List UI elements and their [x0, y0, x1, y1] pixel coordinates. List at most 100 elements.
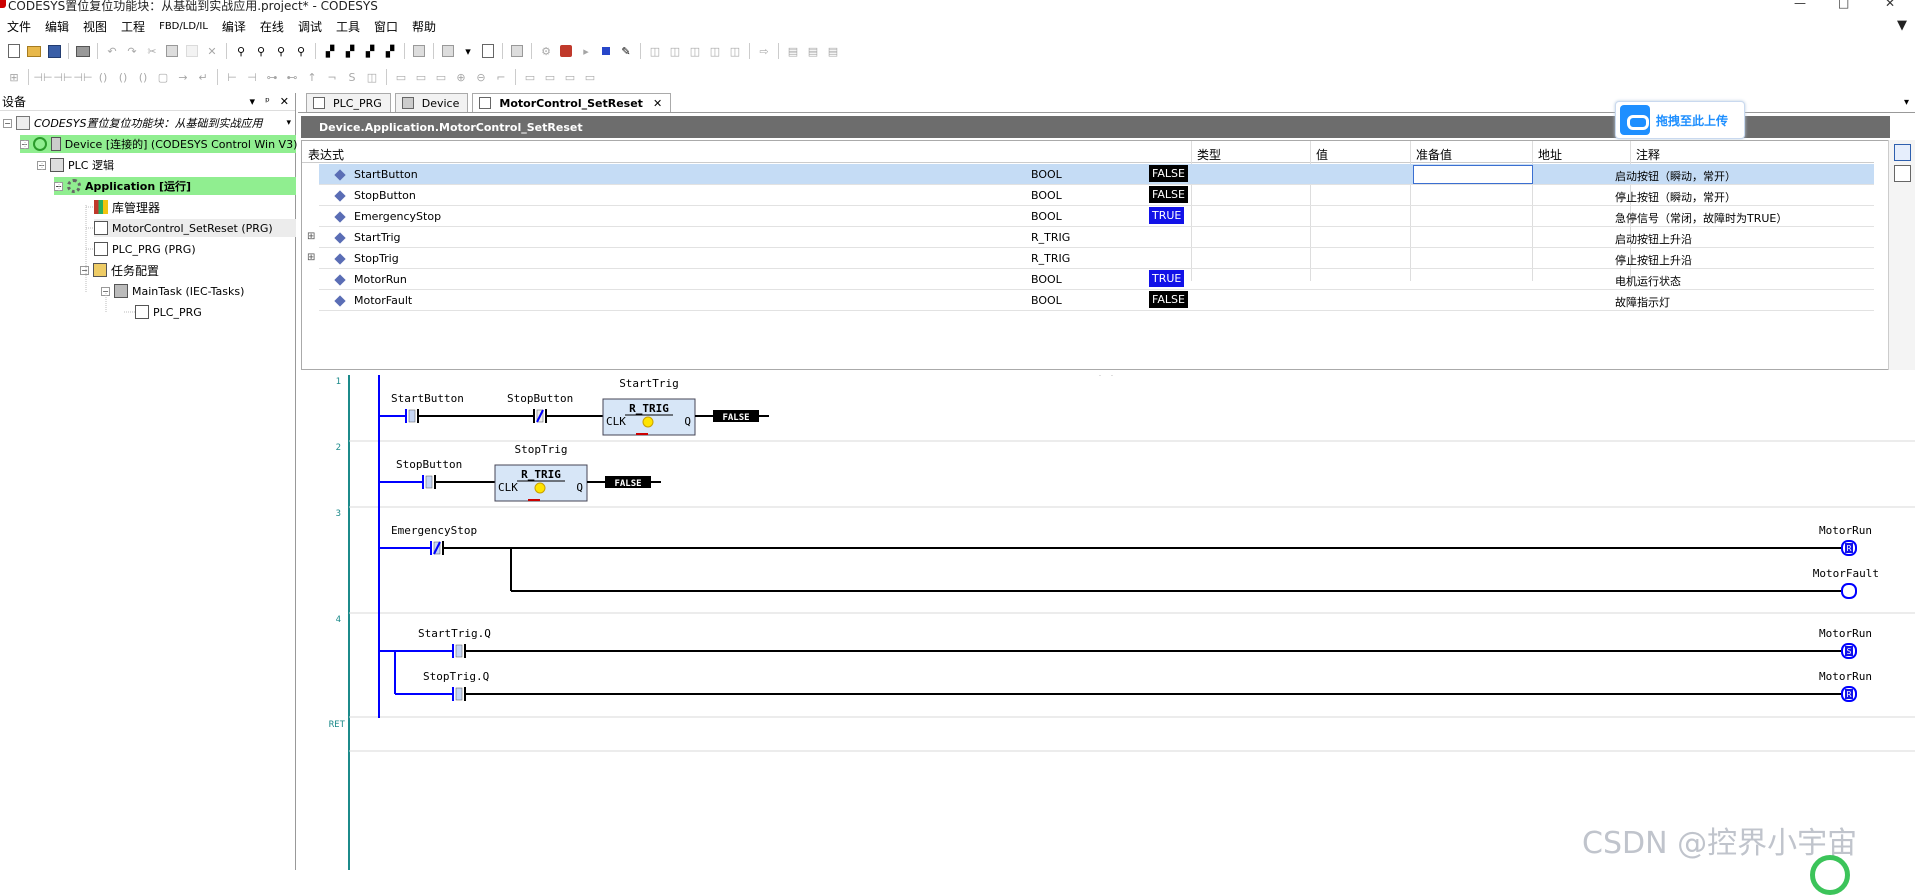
- ld-contact-parallel-icon[interactable]: ⊣⊢: [53, 69, 72, 85]
- ld-reset-coil-icon[interactable]: (): [135, 69, 151, 85]
- show-next-icon[interactable]: ⇨: [756, 43, 772, 59]
- clean-icon[interactable]: ▞: [382, 43, 398, 59]
- collapse-icon[interactable]: −: [3, 118, 12, 128]
- select-app-icon[interactable]: [440, 43, 456, 59]
- ld-set-reset-icon[interactable]: S: [344, 69, 360, 85]
- col-expression[interactable]: 表达式: [308, 146, 344, 163]
- tab-motorcontrol-setreset[interactable]: MotorControl_SetReset ✕: [472, 93, 672, 112]
- tree-item-motorcontrol[interactable]: MotorControl_SetReset (PRG): [94, 219, 296, 237]
- window-icon[interactable]: [411, 43, 427, 59]
- expand-icon[interactable]: ⊞: [307, 231, 315, 242]
- col-comment[interactable]: 注释: [1636, 146, 1660, 163]
- col-prepared-value[interactable]: 准备值: [1416, 146, 1452, 163]
- ld-edge-icon[interactable]: ↑: [304, 69, 320, 85]
- print-icon[interactable]: [75, 43, 91, 59]
- ld-up-icon[interactable]: ▭: [562, 69, 578, 85]
- table-row[interactable]: StopButton BOOL FALSE 停止按钮（瞬动，常开）: [319, 185, 1874, 206]
- tree-item-application[interactable]: − Application [运行]: [54, 177, 296, 195]
- ld-contact-icon[interactable]: ⊣⊢: [33, 69, 52, 85]
- build-all-icon[interactable]: ▞: [362, 43, 378, 59]
- ld-coil-icon[interactable]: (): [95, 69, 111, 85]
- panel-menu-button[interactable]: ▾: [250, 95, 256, 108]
- tree-item-library-manager[interactable]: 库管理器: [94, 198, 160, 216]
- unforce-icon[interactable]: ▤: [825, 43, 841, 59]
- tree-item-task-config[interactable]: − 任务配置: [80, 261, 159, 279]
- find-next-icon[interactable]: ⚲: [273, 43, 289, 59]
- ld-down-icon[interactable]: ▭: [582, 69, 598, 85]
- collapse-icon[interactable]: −: [37, 160, 46, 170]
- table-row[interactable]: StartButton BOOL FALSE 启动按钮（瞬动，常开）: [319, 164, 1874, 185]
- ld-negate-icon[interactable]: ¬: [324, 69, 340, 85]
- copy-icon[interactable]: [164, 43, 180, 59]
- tree-item-plc-prg[interactable]: PLC_PRG (PRG): [94, 240, 196, 258]
- save-icon[interactable]: [46, 43, 62, 59]
- table-row[interactable]: EmergencyStop BOOL TRUE 急停信号（常闭，故障时为TRUE）: [319, 206, 1874, 227]
- menu-view[interactable]: 视图: [76, 18, 114, 35]
- cut-icon[interactable]: ✂: [144, 43, 160, 59]
- delete-icon[interactable]: ✕: [204, 43, 220, 59]
- ld-network-icon[interactable]: ⊞: [6, 69, 22, 85]
- table-row[interactable]: MotorFault BOOL FALSE 故障指示灯: [319, 290, 1874, 311]
- tree-item-maintask[interactable]: − MainTask (IEC-Tasks): [101, 282, 244, 300]
- new-file-icon[interactable]: [6, 43, 22, 59]
- customize-toolbar-icon[interactable]: ▼: [1897, 18, 1907, 33]
- reset-icon[interactable]: ✎: [618, 43, 634, 59]
- tree-item-plc-prg-call[interactable]: PLC_PRG: [135, 303, 202, 321]
- ld-remove-icon[interactable]: ⊖: [473, 69, 489, 85]
- ld-label-icon[interactable]: ⌐: [493, 69, 509, 85]
- ld-jump-icon[interactable]: →: [175, 69, 191, 85]
- paste-icon[interactable]: [184, 43, 200, 59]
- ld-branch-icon[interactable]: ⊢: [224, 69, 240, 85]
- ld-right-icon[interactable]: ▭: [542, 69, 558, 85]
- coil-motorfault[interactable]: [1841, 583, 1857, 599]
- menu-fbd-ld-il[interactable]: FBD/LD/IL: [152, 21, 215, 32]
- menu-debug[interactable]: 调试: [291, 18, 329, 35]
- collapse-icon[interactable]: −: [101, 286, 110, 296]
- menu-tools[interactable]: 工具: [329, 18, 367, 35]
- menu-build[interactable]: 编译: [215, 18, 253, 35]
- upload-drop-button[interactable]: 拖拽至此上传: [1615, 101, 1745, 139]
- collapse-icon[interactable]: −: [80, 265, 89, 275]
- write-values-icon[interactable]: ▤: [785, 43, 801, 59]
- watch-view-icon[interactable]: [1894, 144, 1911, 161]
- ld-contact-negated-icon[interactable]: ⊣⊢: [73, 69, 92, 85]
- ld-box-icon[interactable]: ▢: [155, 69, 171, 85]
- maximize-button[interactable]: □: [1838, 0, 1849, 10]
- menu-file[interactable]: 文件: [0, 18, 38, 35]
- close-tab-icon[interactable]: ✕: [653, 97, 662, 110]
- menu-edit[interactable]: 编辑: [38, 18, 76, 35]
- collapse-icon[interactable]: −: [20, 139, 29, 149]
- find-replace-icon[interactable]: ⚲: [253, 43, 269, 59]
- run-to-cursor-icon[interactable]: ◫: [727, 43, 743, 59]
- start-icon[interactable]: ▸: [578, 43, 594, 59]
- menu-online[interactable]: 在线: [253, 18, 291, 35]
- col-type[interactable]: 类型: [1197, 146, 1221, 163]
- tree-item-device[interactable]: − Device [连接的] (CODESYS Control Win V3): [20, 135, 297, 153]
- dropdown-icon[interactable]: ▾: [286, 118, 291, 128]
- col-address[interactable]: 地址: [1538, 146, 1562, 163]
- ld-parallel-icon[interactable]: ▭: [393, 69, 409, 85]
- ld-insert-icon[interactable]: ⊕: [453, 69, 469, 85]
- force-values-icon[interactable]: ▤: [805, 43, 821, 59]
- step-out-icon[interactable]: ◫: [707, 43, 723, 59]
- tab-device[interactable]: Device: [394, 93, 469, 112]
- ld-return-icon[interactable]: ↵: [195, 69, 211, 85]
- collapse-icon[interactable]: −: [54, 181, 63, 191]
- col-value[interactable]: 值: [1316, 146, 1328, 163]
- prepared-value-input[interactable]: [1413, 165, 1533, 184]
- close-button[interactable]: ✕: [1885, 0, 1895, 10]
- menu-project[interactable]: 工程: [114, 18, 152, 35]
- expand-icon[interactable]: ⊞: [307, 252, 315, 263]
- undo-icon[interactable]: ↶: [104, 43, 120, 59]
- find-prev-icon[interactable]: ⚲: [293, 43, 309, 59]
- device-export-icon[interactable]: [480, 43, 496, 59]
- tab-plc-prg[interactable]: PLC_PRG: [306, 93, 391, 112]
- ld-output-icon[interactable]: ⊷: [284, 69, 300, 85]
- table-row[interactable]: ⊞ StartTrig R_TRIG 启动按钮上升沿: [307, 227, 1874, 248]
- panel-close-button[interactable]: ✕: [280, 95, 289, 108]
- tab-list-dropdown-icon[interactable]: ▾: [1904, 97, 1909, 108]
- ld-serial-icon[interactable]: ▭: [413, 69, 429, 85]
- ld-comment-icon[interactable]: ◫: [364, 69, 380, 85]
- menu-help[interactable]: 帮助: [405, 18, 443, 35]
- ld-left-icon[interactable]: ▭: [522, 69, 538, 85]
